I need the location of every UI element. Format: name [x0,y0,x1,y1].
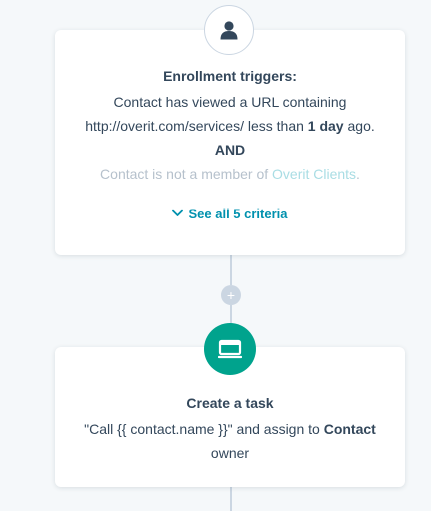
trigger-line-3-end: . [356,166,360,182]
trigger-criterion-1: Contact has viewed a URL containing [55,90,405,114]
enrollment-trigger-card[interactable]: Enrollment triggers: Contact has viewed … [55,30,405,255]
connector-line-top [230,255,232,285]
trigger-line-3: Contact is not a member of [100,166,269,182]
chevron-down-icon [172,209,184,216]
trigger-mid-text: less than [247,118,304,134]
overit-clients-link[interactable]: Overit Clients [272,166,356,182]
connector-line-bottom [230,487,232,511]
connector-line-middle [230,305,232,325]
see-all-criteria-button[interactable]: See all 5 criteria [172,205,288,221]
task-description: "Call {{ contact.name }}" and assign to … [55,417,405,441]
see-all-criteria-label: See all 5 criteria [188,205,288,221]
task-node [204,323,256,375]
task-assignee: Contact [323,421,376,437]
task-assign-text: and assign to [236,421,320,437]
trigger-and-separator: AND [214,142,246,158]
task-description-end: owner [210,445,250,461]
trigger-title: Enrollment triggers: [163,68,297,84]
trigger-tail-text: ago. [347,118,375,134]
trigger-criterion-1-detail: http://overit.com/services/ less than 1 … [55,114,405,138]
task-icon [218,339,242,359]
add-action-label: + [226,287,236,303]
task-title: Create a task [186,395,274,411]
task-call-text: "Call {{ contact.name }}" [84,421,233,437]
trigger-url: http://overit.com/services/ [85,118,244,134]
add-action-button[interactable]: + [221,285,241,305]
user-icon [220,21,238,40]
trigger-days: 1 day [307,118,344,134]
trigger-node [204,5,254,55]
trigger-line-1: Contact has viewed a URL containing [113,94,347,110]
trigger-criterion-2: Contact is not a member of Overit Client… [55,162,405,186]
